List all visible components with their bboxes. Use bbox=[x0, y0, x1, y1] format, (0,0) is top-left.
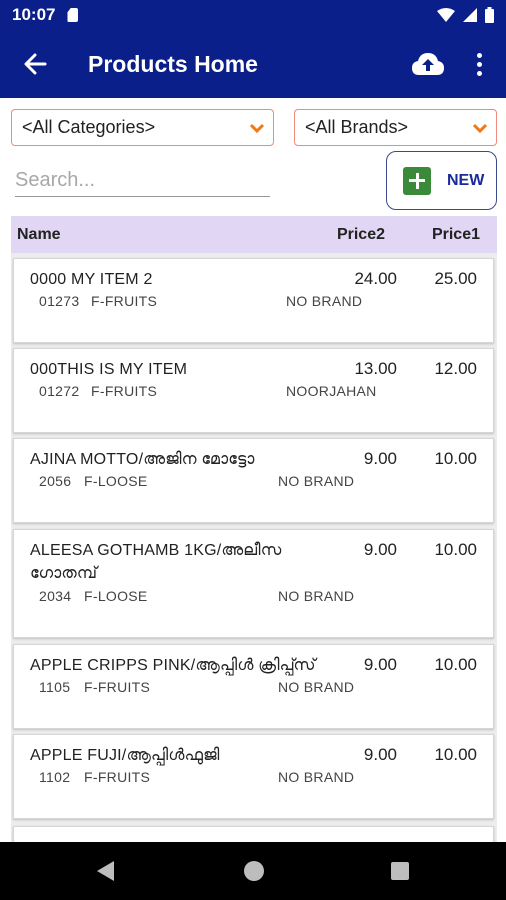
item-code: 2056 bbox=[39, 473, 72, 489]
chevron-down-icon bbox=[472, 123, 488, 134]
system-nav-bar bbox=[0, 842, 506, 900]
item-price1: 10.00 bbox=[434, 655, 477, 674]
item-name: 0000 MY ITEM 2 bbox=[30, 271, 153, 288]
item-name: APPLE FUJI/ആപ്പിൾഫുജി bbox=[30, 747, 220, 764]
item-name: APPLE CRIPPS PINK/ആപ്പിൾ ക്രിപ്പ്സ് bbox=[30, 657, 316, 674]
item-code: 1105 bbox=[39, 679, 71, 695]
app-bar: Products Home bbox=[0, 30, 506, 98]
item-brand: NO BRAND bbox=[278, 473, 355, 489]
more-options-button[interactable] bbox=[463, 44, 495, 84]
upload-button[interactable] bbox=[408, 44, 448, 84]
nav-home-icon[interactable] bbox=[244, 861, 264, 881]
item-brand: NO BRAND bbox=[278, 588, 355, 604]
header-price2: Price2 bbox=[336, 225, 385, 243]
item-category: F-FRUITS bbox=[91, 293, 158, 309]
item-price2: 24.00 bbox=[354, 269, 397, 288]
item-category: F-LOOSE bbox=[84, 588, 148, 604]
item-price1: 10.00 bbox=[434, 449, 477, 468]
wifi-icon bbox=[437, 8, 455, 22]
item-price2: 9.00 bbox=[363, 745, 397, 764]
item-name: ALEESA GOTHAMB 1KG/അലീസ ഗോതമ്പ് bbox=[30, 542, 282, 582]
chevron-down-icon bbox=[249, 123, 265, 134]
battery-icon bbox=[485, 7, 494, 23]
item-price1: 10.00 bbox=[434, 745, 477, 764]
back-button[interactable] bbox=[0, 30, 70, 98]
item-code: 01272 bbox=[39, 383, 80, 399]
item-price2: 9.00 bbox=[363, 655, 397, 674]
item-code: 01273 bbox=[39, 293, 80, 309]
item-category: F-FRUITS bbox=[91, 383, 158, 399]
item-brand: NO BRAND bbox=[278, 769, 355, 785]
category-select-value: <All Categories> bbox=[22, 117, 156, 137]
item-code: 1102 bbox=[39, 769, 71, 785]
cloud-upload-icon bbox=[412, 53, 444, 75]
item-price2: 9.00 bbox=[363, 449, 397, 468]
item-price1: 25.00 bbox=[434, 269, 477, 288]
item-brand: NOORJAHAN bbox=[286, 383, 377, 399]
item-name: 000THIS IS MY ITEM bbox=[30, 361, 188, 378]
new-product-button[interactable]: NEW bbox=[386, 151, 497, 210]
list-item[interactable]: ALEESA GOTHAMB 1KG/അലീസ ഗോതമ്പ് 2034 F-L… bbox=[13, 529, 494, 638]
product-list[interactable]: Name Price2 Price1 0000 MY ITEM 2 01273 … bbox=[11, 216, 497, 842]
status-icons bbox=[437, 7, 494, 23]
list-item[interactable]: AJINA MOTTO/അജിന മോട്ടോ 2056 F-LOOSE NO … bbox=[13, 438, 494, 523]
item-price2: 13.00 bbox=[354, 359, 397, 378]
brand-select[interactable]: <All Brands> bbox=[294, 109, 497, 146]
nav-recents-icon[interactable] bbox=[391, 862, 409, 880]
nav-back-icon[interactable] bbox=[97, 861, 114, 881]
arrow-left-icon bbox=[24, 53, 47, 75]
item-brand: NO BRAND bbox=[286, 293, 363, 309]
item-price2: 9.00 bbox=[363, 540, 397, 559]
cellular-icon bbox=[463, 8, 477, 22]
list-item[interactable]: 0000 MY ITEM 2 01273 F-FRUITS NO BRAND 2… bbox=[13, 258, 494, 343]
item-category: F-LOOSE bbox=[84, 473, 148, 489]
item-price1: 12.00 bbox=[434, 359, 477, 378]
item-brand: NO BRAND bbox=[278, 679, 355, 695]
item-category: F-FRUITS bbox=[84, 769, 151, 785]
plus-square-icon bbox=[403, 166, 431, 195]
list-item[interactable]: APPLE CRIPPS PINK/ആപ്പിൾ ക്രിപ്പ്സ് 1105… bbox=[13, 644, 494, 729]
brand-select-value: <All Brands> bbox=[305, 117, 409, 137]
list-header: Name Price2 Price1 bbox=[11, 216, 497, 253]
more-vert-icon bbox=[476, 52, 482, 58]
item-price1: 10.00 bbox=[434, 540, 477, 559]
list-item[interactable]: APPLE FUJI/ആപ്പിൾഫുജി 1102 F-FRUITS NO B… bbox=[13, 734, 494, 819]
new-button-label: NEW bbox=[447, 171, 485, 189]
list-item[interactable] bbox=[13, 826, 494, 842]
list-item[interactable]: 000THIS IS MY ITEM 01272 F-FRUITS NOORJA… bbox=[13, 348, 494, 433]
header-price1: Price1 bbox=[431, 225, 480, 243]
status-bar: 10:07 bbox=[0, 0, 506, 30]
item-name: AJINA MOTTO/അജിന മോട്ടോ bbox=[30, 451, 255, 468]
header-name: Name bbox=[17, 225, 61, 243]
sd-card-icon bbox=[67, 8, 79, 22]
search-input[interactable] bbox=[15, 165, 270, 197]
status-time: 10:07 bbox=[12, 5, 56, 24]
item-code: 2034 bbox=[39, 588, 72, 604]
page-title: Products Home bbox=[88, 50, 258, 77]
category-select[interactable]: <All Categories> bbox=[11, 109, 274, 146]
item-category: F-FRUITS bbox=[84, 679, 151, 695]
